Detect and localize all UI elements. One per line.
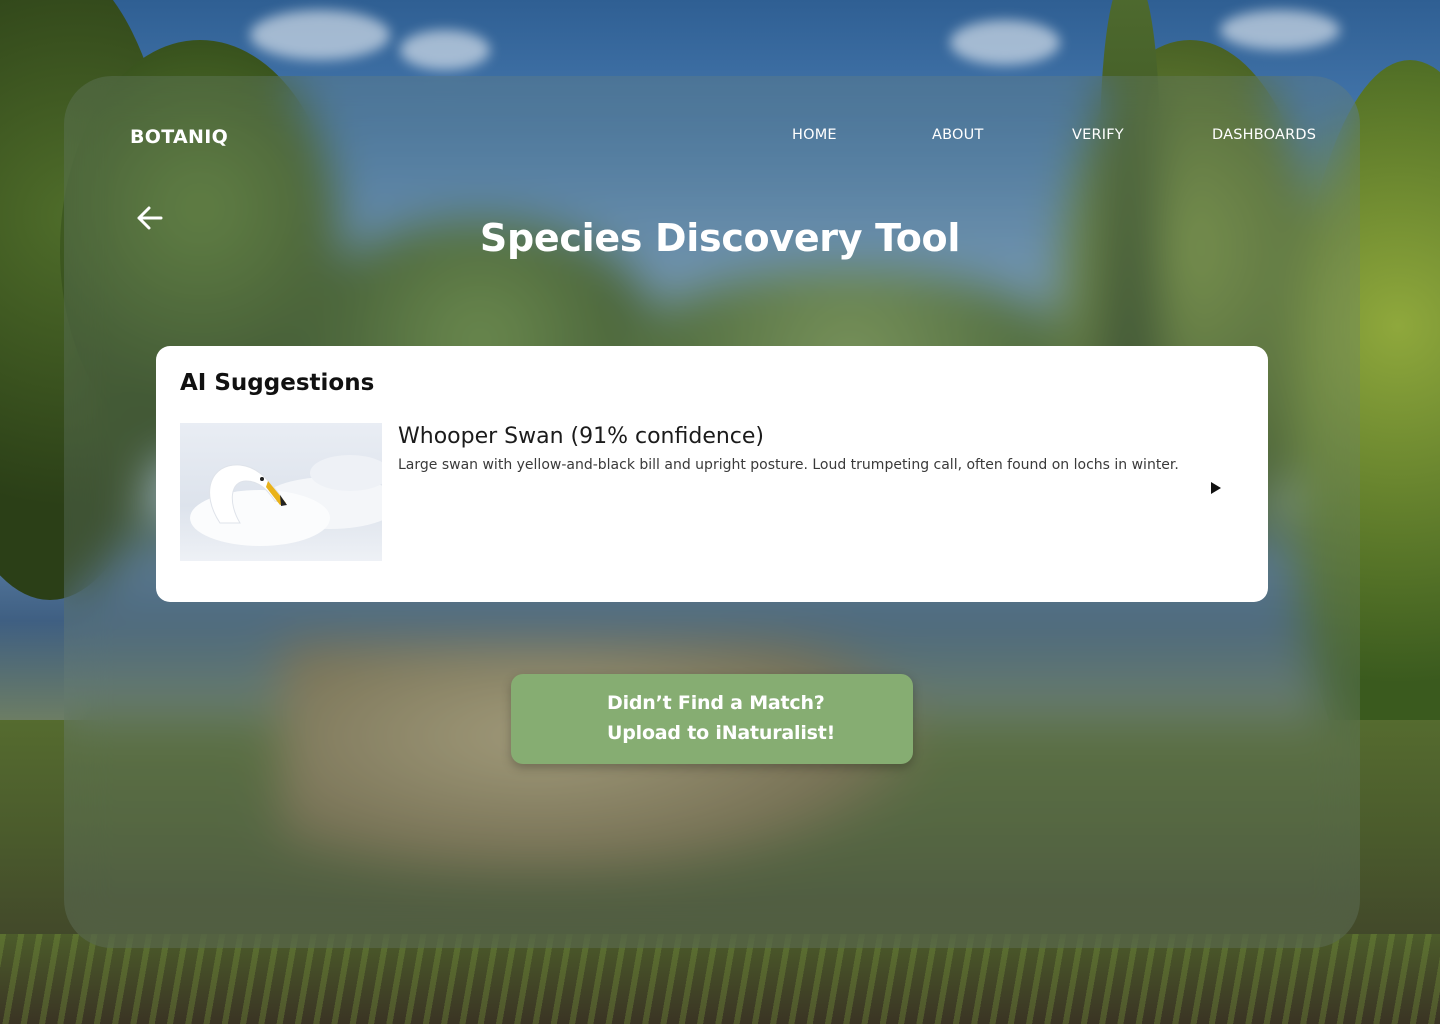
ai-suggestions-heading: AI Suggestions — [180, 370, 375, 396]
suggestion-item[interactable]: Whooper Swan (91% confidence) Large swan… — [180, 423, 1244, 561]
cloud — [1220, 10, 1340, 50]
cloud — [950, 20, 1060, 65]
species-thumbnail — [180, 423, 382, 561]
page-title: Species Discovery Tool — [479, 216, 961, 260]
swan-image — [190, 455, 382, 546]
nav-home-link[interactable]: HOME — [792, 127, 837, 143]
upload-inaturalist-button[interactable]: Didn’t Find a Match? Upload to iNaturali… — [511, 674, 913, 764]
nav-verify-link[interactable]: VERIFY — [1072, 127, 1124, 143]
cloud — [400, 30, 490, 70]
cta-line-2: Upload to iNaturalist! — [607, 722, 836, 744]
ai-suggestions-card: AI Suggestions Whooper Swan (91% confide… — [156, 346, 1268, 602]
play-triangle-icon[interactable] — [1208, 480, 1224, 496]
nav-dashboards-link[interactable]: DASHBOARDS — [1212, 127, 1316, 143]
species-name: Whooper Swan (91% confidence) — [398, 424, 765, 449]
nav-about-link[interactable]: ABOUT — [932, 127, 984, 143]
species-description: Large swan with yellow-and-black bill an… — [398, 457, 1179, 473]
cta-line-1: Didn’t Find a Match? — [607, 692, 825, 714]
brand-logo[interactable]: BOTANIQ — [130, 126, 228, 148]
cloud — [250, 10, 390, 60]
